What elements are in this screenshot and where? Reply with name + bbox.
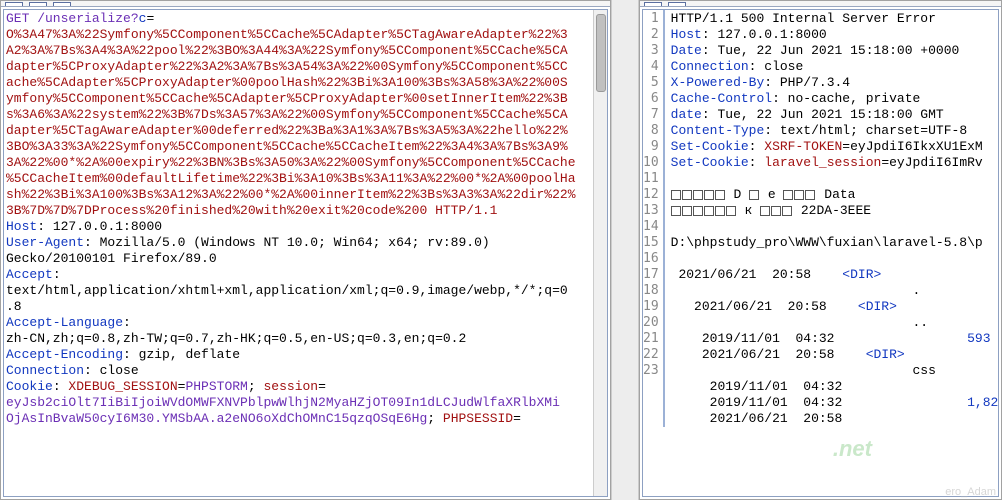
ua-key: User-Agent (6, 235, 84, 250)
line-numbers: 1234567891011121314151617181920212223 (643, 10, 665, 427)
vertical-scrollbar[interactable] (593, 10, 607, 496)
tab-placeholder[interactable] (668, 2, 686, 6)
payload-line: 3BO%3A33%3A%22Symfony%5CComponent%5CCach… (6, 139, 568, 154)
payload-line: 3A%22%00*%2A%00expiry%22%3BN%3Bs%3A50%3A… (6, 155, 576, 170)
payload-line: ache%5CAdapter%5CProxyAdapter%00poolHash… (6, 75, 568, 90)
request-pane: GET /unserialize?c= O%3A47%3A%22Symfony%… (0, 0, 611, 500)
payload-line: O%3A47%3A%22Symfony%5CComponent%5CCache%… (6, 27, 568, 42)
tab-placeholder[interactable] (53, 2, 71, 6)
payload-line: 3B%7D%7D%7DProcess%20finished%20with%20e… (6, 203, 497, 218)
payload-line: dapter%5CProxyAdapter%22%3A2%3A%7Bs%3A54… (6, 59, 568, 74)
payload-line: A2%3A%7Bs%3A4%3A%22pool%22%3BO%3A44%3A%2… (6, 43, 568, 58)
tab-placeholder[interactable] (5, 2, 23, 6)
conn-key: Connection (6, 363, 84, 378)
tab-placeholder[interactable] (644, 2, 662, 6)
response-raw[interactable]: HTTP/1.1 500 Internal Server ErrorHost: … (665, 10, 999, 427)
payload-line: ymfony%5CComponent%5CCache%5CAdapter%5CP… (6, 91, 568, 106)
payload-line: s%3A6%3A%22system%22%3B%7Ds%3A57%3A%22%0… (6, 107, 568, 122)
tab-placeholder[interactable] (29, 2, 47, 6)
request-raw[interactable]: GET /unserialize?c= O%3A47%3A%22Symfony%… (4, 10, 607, 428)
request-tabstrip (1, 1, 610, 7)
payload-line: %5CCacheItem%00defaultLifetime%22%3Bi%3A… (6, 171, 576, 186)
host-key: Host (6, 219, 37, 234)
payload-line: dapter%5CTagAwareAdapter%00deferred%22%3… (6, 123, 568, 138)
request-method: GET /unserialize? (6, 11, 139, 26)
scroll-thumb[interactable] (596, 14, 606, 92)
payload-line: sh%22%3Bi%3A100%3Bs%3A12%3A%22%00*%2A%00… (6, 187, 576, 202)
cookie-key: Cookie (6, 379, 53, 394)
split-divider[interactable] (611, 0, 639, 500)
lang-key: Accept-Language (6, 315, 123, 330)
response-tabstrip (640, 1, 1001, 7)
accept-key: Accept (6, 267, 53, 282)
enc-key: Accept-Encoding (6, 347, 123, 362)
response-pane: 1234567891011121314151617181920212223 HT… (639, 0, 1002, 500)
